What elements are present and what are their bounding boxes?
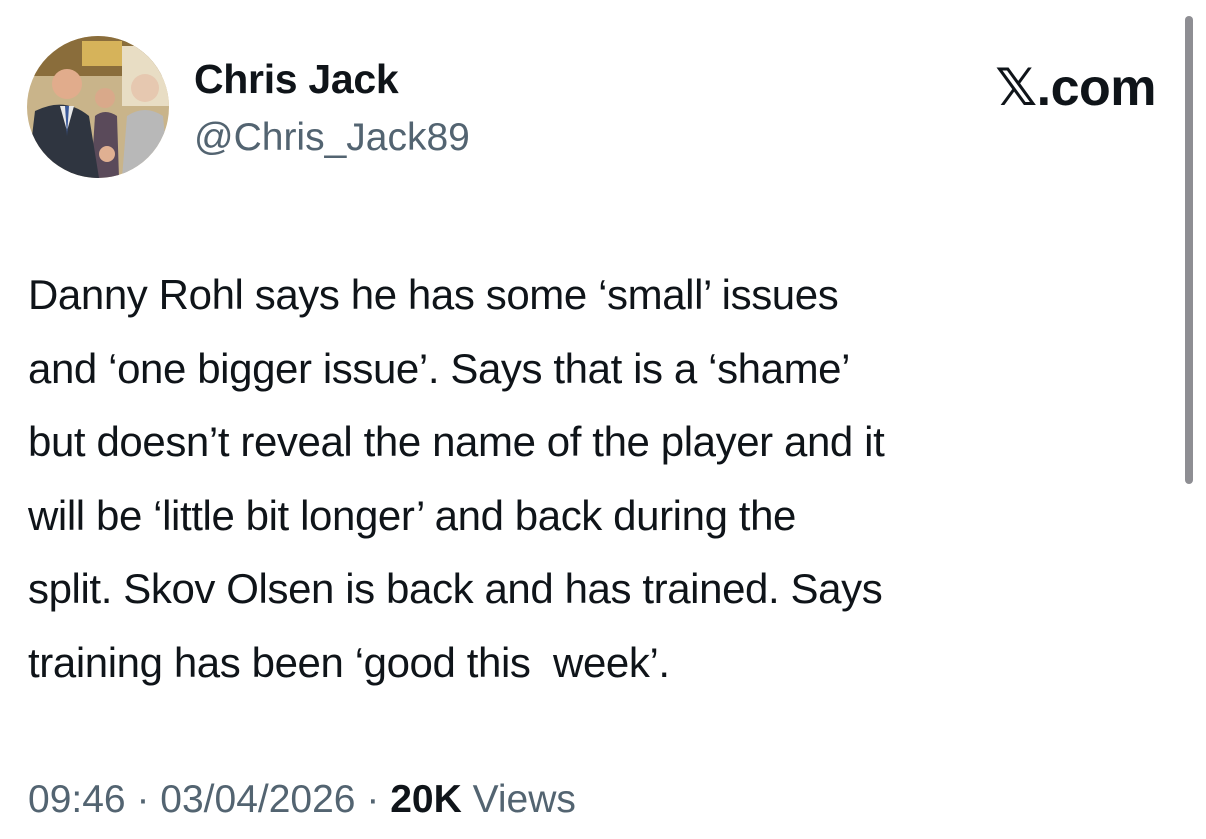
author-handle[interactable]: @Chris_Jack89 — [194, 113, 470, 163]
meta-separator: · — [136, 778, 150, 821]
x-logo-icon: 𝕏 — [995, 58, 1037, 118]
tweet-date[interactable]: 03/04/2026 — [160, 778, 355, 821]
author-display-name[interactable]: Chris Jack — [194, 54, 399, 104]
views-count[interactable]: 20K — [390, 778, 462, 821]
tweet-time[interactable]: 09:46 — [28, 778, 126, 821]
avatar-photo-icon — [27, 36, 169, 178]
tweet-metadata: 09:46 · 03/04/2026 · 20K Views — [28, 772, 576, 828]
scrollbar-thumb[interactable] — [1185, 16, 1193, 484]
views-label: Views — [472, 778, 576, 821]
author-avatar[interactable] — [27, 36, 169, 178]
tweet-text: Danny Rohl says he has some ‘small’ issu… — [28, 271, 885, 686]
brand-suffix: .com — [1036, 59, 1157, 117]
x-brand-logo: 𝕏.com — [995, 58, 1156, 118]
meta-separator: · — [366, 778, 380, 821]
